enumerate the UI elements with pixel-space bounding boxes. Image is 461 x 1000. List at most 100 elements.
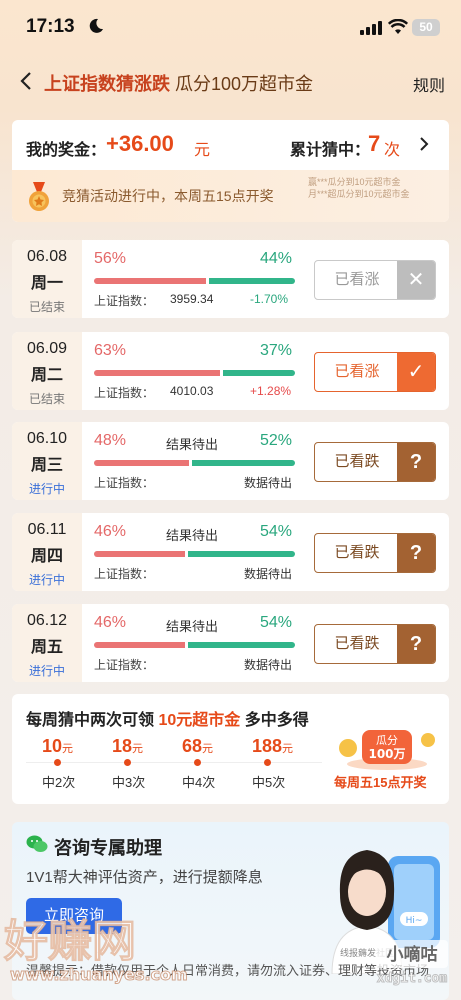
tier-unit: 元 [132, 743, 144, 755]
result-mark-icon: ? [397, 625, 435, 663]
tier-amount: 10 [42, 736, 63, 756]
vote-ratio-bar [94, 642, 295, 648]
winner-ticker: 赢***瓜分到10元超市金 月***超瓜分到10元超市金 [308, 176, 449, 216]
consult-button[interactable]: 立即咨询 [26, 898, 122, 934]
weekday-text: 周五 [30, 639, 63, 656]
date-text: 06.11 [27, 521, 67, 538]
index-value: 3959.34 [170, 292, 214, 306]
up-bar [94, 551, 185, 557]
jackpot-text-b: 100万 [368, 747, 405, 761]
disclaimer-text: 温馨提示：借款仅用于个人日常消费，请勿流入证券、理财等投资市场 [26, 963, 430, 978]
reward-title: 每周猜中两次可领 10元超市金 多中多得 [26, 706, 309, 730]
advisor-avatar: 线报薅发社区 [331, 850, 403, 974]
reward-tier-value: 18元 [112, 736, 143, 757]
down-bar [208, 278, 295, 284]
date-text: 06.12 [26, 612, 68, 629]
weekday-text: 周三 [30, 457, 63, 474]
vote-ratio-bar [94, 370, 295, 376]
prize-label: 我的奖金： [26, 142, 107, 159]
moon-icon [89, 18, 103, 33]
tier-amount: 18 [112, 736, 133, 756]
weekday-text: 周一 [30, 275, 63, 292]
guess-button[interactable]: 已看跌? [314, 442, 436, 482]
day-card: 06.10 周三 进行中 48% 结果待出 52% 上证指数： 数据待出 已看跌? [12, 422, 449, 500]
prize-unit: 元 [194, 142, 211, 159]
reward-tier-label: 中4次 [182, 775, 216, 790]
reward-card: 每周猜中两次可领 10元超市金 多中多得 10元 中2次 18元 中3次 68元 中4次 1… [12, 694, 449, 804]
weekday-text: 周四 [30, 548, 63, 565]
index-label: 上证指数： [94, 658, 155, 672]
status-bar: 17:13 50 [0, 0, 461, 56]
result-pending: 结果待出 [166, 528, 219, 543]
notice-bar: 竞猜活动进行中，本周五15点开奖 赢***瓜分到10元超市金 月***超瓜分到1… [12, 170, 449, 222]
guess-button[interactable]: 已看跌? [314, 624, 436, 664]
date-box: 06.12 周五 进行中 [12, 604, 82, 682]
ticker-item: 赢***瓜分到10元超市金 [308, 177, 401, 187]
data-pending: 数据待出 [244, 658, 293, 672]
reward-tier-label: 中3次 [112, 775, 146, 790]
down-percent: 54% [260, 523, 293, 540]
tier-unit: 元 [62, 743, 74, 755]
data-pending: 数据待出 [244, 567, 293, 581]
rules-link[interactable]: 规则 [413, 72, 445, 96]
guess-button[interactable]: 已看涨 ✓ [314, 352, 436, 392]
wifi-icon [388, 19, 408, 34]
medal-icon [29, 182, 49, 211]
hits-label[interactable]: 累计猜中： [290, 136, 370, 160]
up-bar [94, 460, 189, 466]
tier-amount: 68 [182, 736, 203, 756]
down-percent: 37% [260, 342, 293, 359]
summary-card: 我的奖金： +36.00 元 累计猜中： 7 次 竞猜活动进行中，本周五15点开… [12, 120, 449, 222]
reward-tier-dot [124, 759, 131, 766]
guess-button-label: 已看跌 [334, 544, 380, 561]
date-text: 06.09 [26, 340, 68, 357]
round-status: 已结束 [28, 392, 65, 406]
up-percent: 46% [94, 614, 127, 631]
hits-value[interactable]: 7 [368, 131, 380, 157]
vote-ratio-bar [94, 278, 295, 284]
reward-tier-value: 188元 [252, 736, 293, 757]
result-mark-icon: ? [397, 534, 435, 572]
index-change: -1.70% [250, 292, 289, 306]
ticker-item: 月***超瓜分到10元超市金 [308, 189, 410, 199]
assistant-card: 咨询专属助理 1V1帮大神评估资产，进行提额降息 立即咨询 Hi~ 线报薅发社区… [12, 822, 449, 1000]
up-percent: 48% [94, 432, 127, 449]
index-change: +1.28% [250, 384, 292, 398]
tier-unit: 元 [282, 743, 294, 755]
reward-tier-label: 中2次 [42, 775, 76, 790]
guess-button[interactable]: 已看跌? [314, 533, 436, 573]
day-card: 06.08 周一 已结束 56% 44% 上证指数： 3959.34 -1.70% 已看涨 ✕ [12, 240, 449, 318]
hits-unit[interactable]: 次 [384, 136, 400, 160]
up-percent: 56% [94, 250, 127, 267]
up-bar [94, 642, 185, 648]
back-arrow-icon[interactable] [16, 70, 38, 92]
jackpot-caption: 每周五15点开奖 [334, 775, 427, 790]
reward-title-a: 每周猜中两次可领 [26, 712, 155, 729]
index-label: 上证指数： [94, 476, 155, 490]
tier-unit: 元 [202, 743, 214, 755]
result-mark-icon: ? [397, 443, 435, 481]
guess-button[interactable]: 已看涨 ✕ [314, 260, 436, 300]
date-box: 06.08 周一 已结束 [12, 240, 82, 318]
down-bar [187, 642, 295, 648]
down-bar [187, 551, 295, 557]
page-title: 上证指数猜涨跌 瓜分100万超市金 [44, 70, 313, 96]
index-label: 上证指数： [94, 386, 155, 400]
index-value: 4010.03 [170, 384, 214, 398]
date-box: 06.10 周三进行中 [12, 422, 82, 500]
down-bar [222, 370, 295, 376]
assistant-tag: 线报薅发社区 [340, 947, 394, 959]
page-title-sub: 瓜分100万超市金 [175, 74, 314, 94]
jackpot-text-a: 瓜分 [376, 734, 398, 747]
date-text: 06.10 [26, 430, 68, 447]
guess-button-label: 已看跌 [334, 453, 380, 470]
reward-tier-dot [264, 759, 271, 766]
wechat-icon [26, 835, 48, 852]
round-status: 进行中 [28, 482, 65, 496]
notice-text: 竞猜活动进行中，本周五15点开奖 [62, 188, 274, 204]
down-bar [191, 460, 295, 466]
chevron-right-icon[interactable] [417, 136, 431, 152]
reward-tier-label: 中5次 [252, 775, 286, 790]
guess-button-label: 已看跌 [334, 635, 380, 652]
down-percent: 52% [260, 432, 293, 449]
